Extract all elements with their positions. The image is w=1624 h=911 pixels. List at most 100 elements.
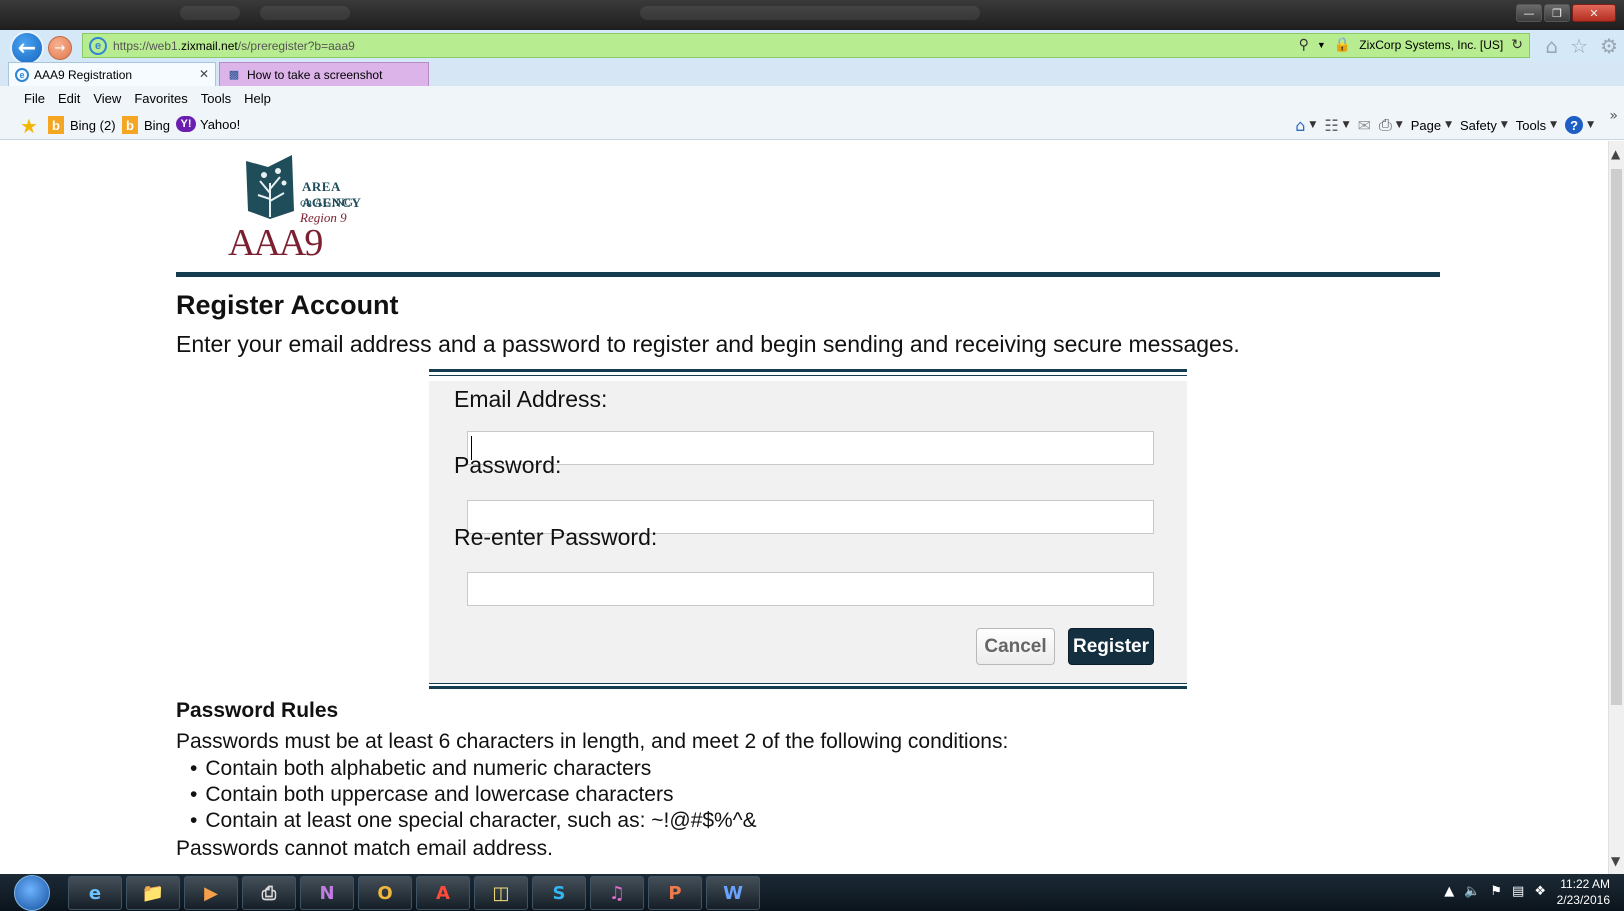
favorites-star-icon[interactable]: ☆ <box>1570 34 1588 58</box>
list-item: Contain at least one special character, … <box>190 808 756 834</box>
volume-icon[interactable]: 🔈 <box>1464 884 1480 899</box>
back-button[interactable]: ← <box>10 31 44 65</box>
acrobat-icon[interactable]: A <box>416 876 470 910</box>
home-icon[interactable]: ⌂ <box>1295 116 1305 135</box>
screen-icon: ▩ <box>228 68 240 81</box>
safety-menu[interactable]: Safety <box>1460 118 1497 133</box>
close-tab-icon[interactable]: ✕ <box>199 67 209 81</box>
cancel-button[interactable]: Cancel <box>976 628 1055 665</box>
close-window-button[interactable]: ✕ <box>1572 4 1616 22</box>
menu-edit[interactable]: Edit <box>58 91 80 106</box>
search-icon[interactable]: ⚲ <box>1299 37 1309 53</box>
taskbar-clock[interactable]: 11:22 AM 2/23/2016 <box>1557 876 1610 908</box>
password-rules-list: Contain both alphabetic and numeric char… <box>190 756 757 834</box>
reenter-password-field[interactable] <box>467 572 1154 606</box>
internet-explorer-icon[interactable]: e <box>68 876 122 910</box>
page-content: AREA AGENCY on AGING Region 9 AAA9 Regis… <box>0 141 1608 874</box>
chevron-down-icon[interactable]: ▼ <box>1309 120 1316 130</box>
tab-how-to-take-a-screenshot[interactable]: ▩ How to take a screenshot <box>219 62 429 86</box>
window-title-bar: — ❐ ✕ <box>0 0 1624 30</box>
help-icon[interactable]: ? <box>1565 116 1584 134</box>
address-row: ← → e https://web1.zixmail.net/s/preregi… <box>0 30 1624 65</box>
media-player-icon[interactable]: ▶ <box>184 876 238 910</box>
dropbox-icon[interactable]: ❖ <box>1534 884 1546 899</box>
powerpoint-icon[interactable]: P <box>648 876 702 910</box>
word-icon[interactable]: W <box>706 876 760 910</box>
more-chevron-icon[interactable]: » <box>1609 108 1618 124</box>
yahoo-icon: Y! <box>176 116 196 132</box>
favorite-bing-2[interactable]: b Bing (2) <box>48 116 116 134</box>
menu-view[interactable]: View <box>93 91 121 106</box>
print-icon[interactable]: ⎙ <box>1379 115 1392 135</box>
chevron-down-icon[interactable]: ▼ <box>1343 120 1350 130</box>
chevron-down-icon[interactable]: ▼ <box>1445 120 1452 130</box>
menu-file[interactable]: File <box>24 91 45 106</box>
address-bar[interactable]: e https://web1.zixmail.net/s/preregister… <box>82 33 1530 58</box>
mail-icon[interactable]: ✉ <box>1358 116 1371 135</box>
logo-acronym: AAA9 <box>228 222 323 264</box>
gear-icon[interactable]: ⚙ <box>1600 34 1618 58</box>
minimize-button[interactable]: — <box>1516 4 1542 22</box>
email-field[interactable] <box>467 431 1154 465</box>
action-center-flag-icon[interactable]: ⚑ <box>1490 884 1502 899</box>
tree-book-icon <box>246 155 294 219</box>
scroll-thumb[interactable] <box>1611 169 1622 705</box>
clock-date: 2/23/2016 <box>1556 893 1610 907</box>
chevron-down-icon[interactable]: ▼ <box>1550 120 1557 130</box>
home-icon[interactable]: ⌂ <box>1545 34 1558 58</box>
favorite-bing[interactable]: b Bing <box>122 116 170 134</box>
clock-time: 11:22 AM <box>1560 877 1610 891</box>
window-controls: — ❐ ✕ <box>1516 4 1616 22</box>
itunes-icon[interactable]: ♫ <box>590 876 644 910</box>
scroll-up-icon[interactable]: ▲ <box>1611 147 1620 161</box>
list-item: Contain both uppercase and lowercase cha… <box>190 782 757 808</box>
chevron-down-icon[interactable]: ▼ <box>1501 120 1508 130</box>
tab-row: e AAA9 Registration ✕ ▩ How to take a sc… <box>0 62 1624 86</box>
address-bar-right: ⚲ ▼ 🔒 ZixCorp Systems, Inc. [US] ↻ <box>1299 37 1523 53</box>
scroll-down-icon[interactable]: ▼ <box>1611 854 1620 868</box>
chevron-down-icon[interactable]: ▼ <box>1317 40 1326 50</box>
forward-button[interactable]: → <box>48 36 72 60</box>
chevron-down-icon[interactable]: ▼ <box>1396 120 1403 130</box>
outlook-icon[interactable]: O <box>358 876 412 910</box>
restore-button[interactable]: ❐ <box>1544 4 1570 22</box>
email-label: Email Address: <box>454 386 608 412</box>
header-divider <box>176 272 1440 277</box>
page-menu[interactable]: Page <box>1411 118 1441 133</box>
url-text[interactable]: https://web1.zixmail.net/s/preregister?b… <box>113 39 355 53</box>
list-item: Contain both alphabetic and numeric char… <box>190 756 757 782</box>
folder-icon[interactable]: ◫ <box>474 876 528 910</box>
onenote-icon[interactable]: N <box>300 876 354 910</box>
form-bottom-divider <box>429 686 1187 689</box>
refresh-icon[interactable]: ↻ <box>1511 37 1523 53</box>
bing-icon: b <box>48 116 64 134</box>
skype-icon[interactable]: S <box>532 876 586 910</box>
add-favorites-icon[interactable]: ★ <box>20 114 38 138</box>
title-bar-blur <box>180 6 240 20</box>
vertical-scrollbar[interactable]: ▲ ▼ <box>1608 141 1624 874</box>
menu-tools[interactable]: Tools <box>201 91 231 106</box>
rss-feed-icon[interactable]: ☷ <box>1324 116 1338 135</box>
favorite-label: Yahoo! <box>200 116 241 132</box>
chevron-down-icon[interactable]: ▼ <box>1587 120 1594 130</box>
site-identity[interactable]: ZixCorp Systems, Inc. [US] <box>1359 38 1503 52</box>
register-button[interactable]: Register <box>1068 628 1154 665</box>
menu-bar: File Edit View Favorites Tools Help <box>0 86 1624 110</box>
file-explorer-icon[interactable]: 📁 <box>126 876 180 910</box>
network-icon[interactable]: ▤ <box>1512 884 1524 899</box>
menu-help[interactable]: Help <box>244 91 271 106</box>
printer-icon[interactable]: ⎙ <box>242 876 296 910</box>
tab-aaa9-registration[interactable]: e AAA9 Registration ✕ <box>8 62 216 86</box>
tools-menu[interactable]: Tools <box>1516 118 1546 133</box>
show-hidden-icons-icon[interactable]: ▲ <box>1444 884 1454 899</box>
tab-label: AAA9 Registration <box>34 67 133 82</box>
system-tray: ▲ 🔈 ⚑ ▤ ❖ <box>1444 884 1546 899</box>
page-subtitle: Enter your email address and a password … <box>176 331 1240 357</box>
favorite-yahoo[interactable]: Y! Yahoo! <box>176 116 240 132</box>
tab-label: How to take a screenshot <box>247 67 383 82</box>
lock-icon[interactable]: 🔒 <box>1334 37 1351 53</box>
bing-icon: b <box>122 116 138 134</box>
menu-favorites[interactable]: Favorites <box>134 91 187 106</box>
title-bar-blur <box>260 6 350 20</box>
start-button[interactable] <box>14 875 50 911</box>
